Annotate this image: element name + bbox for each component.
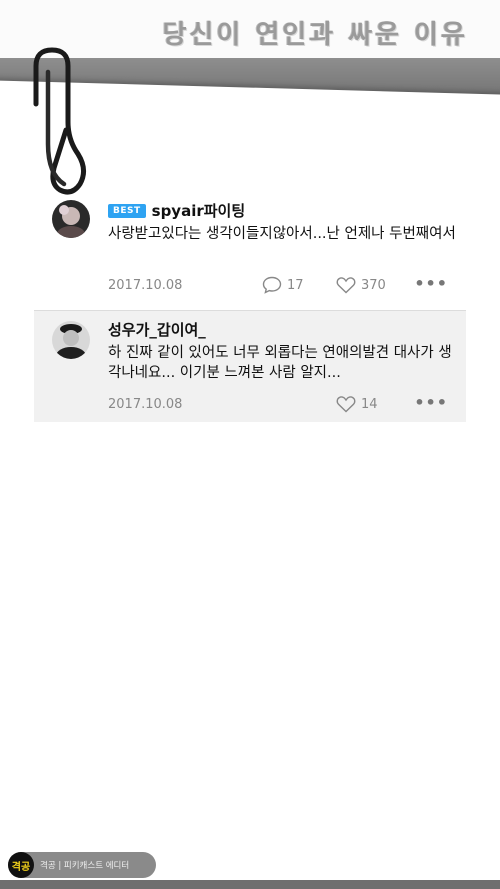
like-count: 370 [361,277,386,293]
heart-icon [336,277,356,294]
avatar[interactable] [52,321,90,359]
like-count: 14 [361,396,378,412]
reply-button[interactable]: 17 [262,276,304,294]
avatar-photo-icon [52,321,90,359]
reply-count: 17 [287,277,304,293]
page-title: 당신이 연인과 싸운 이유 [162,20,468,50]
editor-label: 격공 | 피키캐스트 에디터 [40,861,130,871]
avatar-photo-icon [52,200,90,238]
comment-meta: 2017.10.08 17 370 ••• [108,274,448,296]
comment-header: BEST spyair파이팅 [108,200,245,221]
paperclip-icon [33,47,86,195]
more-options-button[interactable]: ••• [414,274,448,293]
bottom-band [0,880,500,889]
comment-item: BEST spyair파이팅 사랑받고있다는 생각이들지않아서...난 언제나 … [34,192,466,304]
comment-item: 성우가_갑이여_ 하 진짜 같이 있어도 너무 외롭다는 연애의발견 대사가 생… [34,310,466,422]
like-button[interactable]: 370 [336,276,386,294]
like-button[interactable]: 14 [336,395,378,413]
comment-date: 2017.10.08 [108,397,183,412]
more-options-button[interactable]: ••• [414,393,448,412]
nickname[interactable]: 성우가_갑이여_ [108,319,206,340]
comment-text: 사랑받고있다는 생각이들지않아서...난 언제나 두번째여서 [108,226,456,242]
comment-date: 2017.10.08 [108,278,183,293]
gyeokgong-logo: 격공 [8,852,34,878]
comment-header: 성우가_갑이여_ [108,319,206,340]
editor-badge[interactable]: 격공 격공 | 피키캐스트 에디터 [8,852,156,878]
comment-meta: 2017.10.08 14 ••• [108,393,448,415]
best-badge: BEST [108,203,146,218]
comment-text: 하 진짜 같이 있어도 너무 외롭다는 연애의발견 대사가 생각나네요... 이… [108,345,452,381]
nickname[interactable]: spyair파이팅 [152,200,246,221]
avatar[interactable] [52,200,90,238]
heart-icon [336,396,356,413]
speech-bubble-icon [262,276,282,294]
